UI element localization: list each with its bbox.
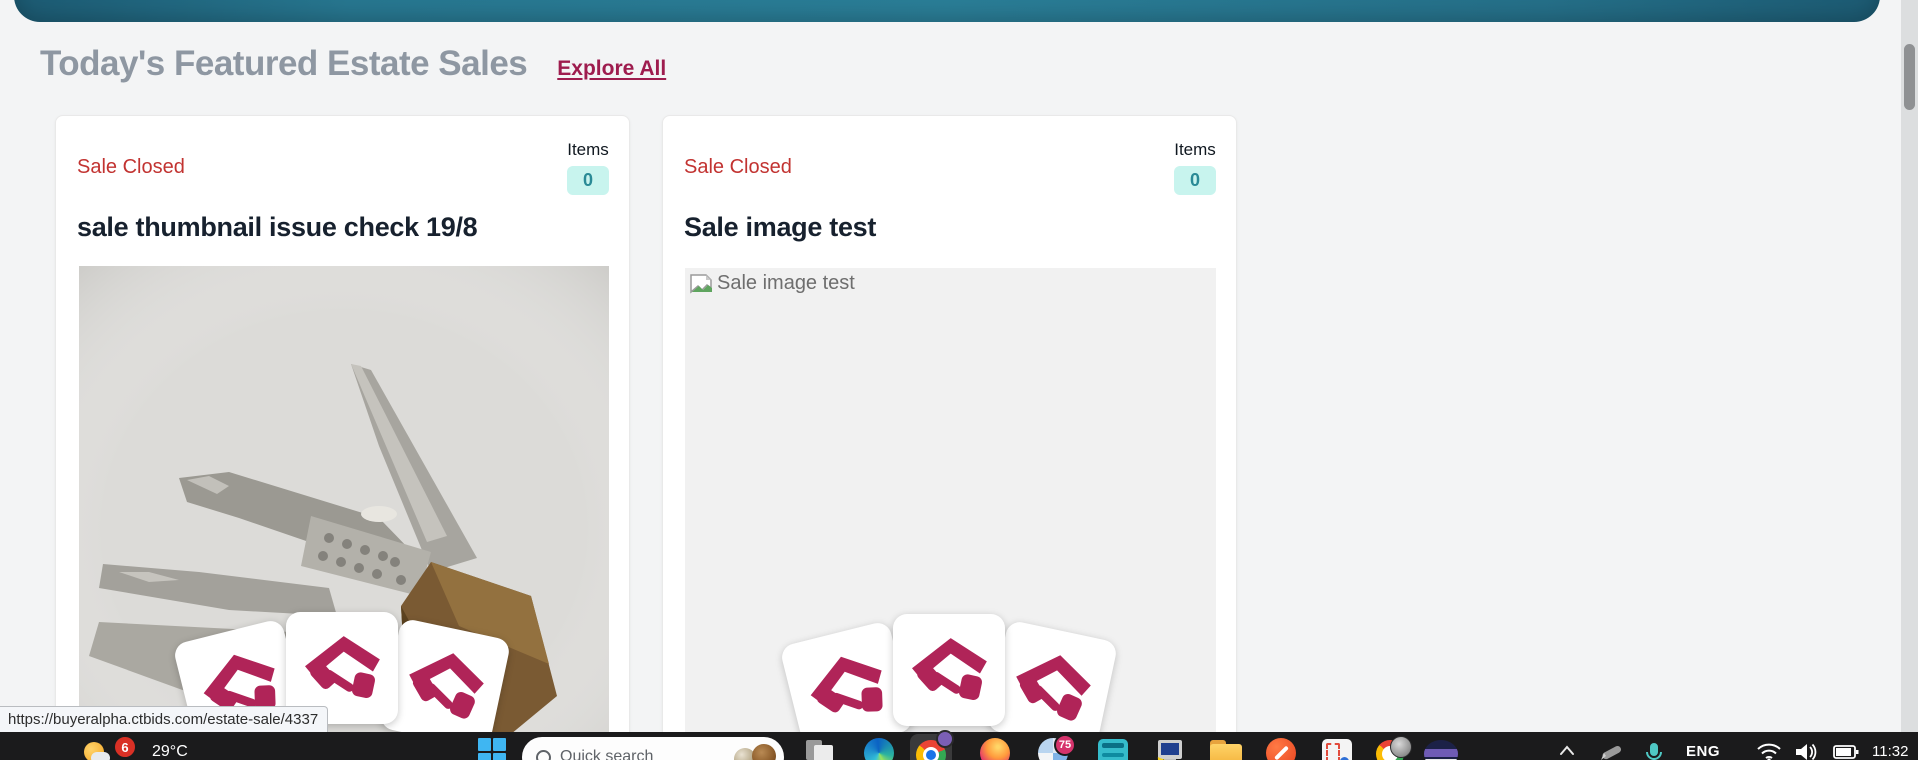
card-head: Sale Closed Items 0: [663, 116, 1236, 200]
featured-sales-header: Today's Featured Estate Sales Explore Al…: [40, 44, 666, 84]
sale-title[interactable]: Sale image test: [684, 212, 876, 243]
edge-browser-icon[interactable]: [864, 738, 894, 760]
battery-icon[interactable]: [1832, 742, 1860, 760]
sale-title[interactable]: sale thumbnail issue check 19/8: [77, 212, 477, 243]
clock-label[interactable]: 11:32: [1872, 743, 1908, 760]
broken-image-indicator: Sale image test: [689, 272, 855, 295]
page-title: Today's Featured Estate Sales: [40, 44, 527, 84]
card-head: Sale Closed Items 0: [56, 116, 629, 200]
link-target-status-bar: https://buyeralpha.ctbids.com/estate-sal…: [0, 706, 328, 734]
chrome-profile-badge-icon: [936, 730, 954, 748]
broken-image-icon: [689, 273, 713, 295]
search-placeholder: Quick search: [560, 748, 723, 760]
items-counter: Items 0: [567, 140, 609, 195]
items-counter: Items 0: [1174, 140, 1216, 195]
notepad-app-icon[interactable]: [1098, 739, 1128, 760]
remote-desktop-icon[interactable]: [1154, 740, 1184, 760]
house-gavel-logo-icon: [893, 614, 1005, 726]
page-scrollbar[interactable]: [1901, 0, 1918, 732]
task-view-icon[interactable]: [806, 740, 836, 760]
planner-app-icon[interactable]: 75: [1038, 738, 1070, 760]
items-label: Items: [1174, 140, 1216, 160]
estate-sale-card-2[interactable]: Sale Closed Items 0 Sale image test Sale…: [662, 115, 1237, 760]
house-gavel-logo-icon: [379, 618, 512, 744]
items-count-badge: 0: [1174, 166, 1216, 195]
sale-status-label: Sale Closed: [684, 156, 792, 179]
explore-all-link[interactable]: Explore All: [557, 57, 666, 81]
taskbar-search-input[interactable]: Quick search: [522, 737, 784, 760]
windows-taskbar: 6 29°C Quick search 75: [0, 732, 1918, 760]
chrome-browser-icon[interactable]: [910, 734, 952, 760]
firefox-browser-icon[interactable]: [980, 738, 1010, 760]
scrollbar-thumb[interactable]: [1904, 44, 1915, 110]
microphone-icon[interactable]: [1644, 742, 1664, 760]
search-icon: [536, 750, 551, 760]
browser-viewport: Today's Featured Estate Sales Explore Al…: [0, 0, 1918, 760]
pen-icon[interactable]: [1598, 742, 1624, 760]
chrome-profile-window-icon[interactable]: [1376, 738, 1410, 760]
speaker-icon[interactable]: [1794, 742, 1820, 760]
sale-status-label: Sale Closed: [77, 156, 185, 179]
weather-widget-icon[interactable]: [84, 742, 110, 760]
hero-banner-bottom: [14, 0, 1880, 22]
notification-count-badge[interactable]: 6: [113, 735, 137, 759]
snipping-tool-icon[interactable]: [1322, 739, 1352, 760]
file-explorer-icon[interactable]: [1210, 740, 1242, 760]
items-count-badge: 0: [567, 166, 609, 195]
sale-image-broken[interactable]: Sale image test: [685, 268, 1216, 746]
editor-app-icon[interactable]: [1266, 738, 1296, 760]
sale-photo-pocket-knife[interactable]: [79, 266, 609, 744]
estate-sale-card-1[interactable]: Sale Closed Items 0 sale thumbnail issue…: [55, 115, 630, 760]
planner-count-badge: 75: [1054, 734, 1076, 756]
tray-chevron-up-icon[interactable]: [1556, 742, 1578, 760]
wifi-icon[interactable]: [1756, 742, 1782, 760]
items-label: Items: [567, 140, 609, 160]
windows-start-button[interactable]: [478, 738, 506, 760]
image-alt-text: Sale image test: [717, 272, 855, 295]
language-indicator[interactable]: ENG: [1686, 743, 1720, 760]
temperature-label[interactable]: 29°C: [152, 743, 188, 760]
eclipse-ide-icon[interactable]: [1424, 740, 1458, 760]
bing-daily-image-icon: [732, 742, 776, 760]
